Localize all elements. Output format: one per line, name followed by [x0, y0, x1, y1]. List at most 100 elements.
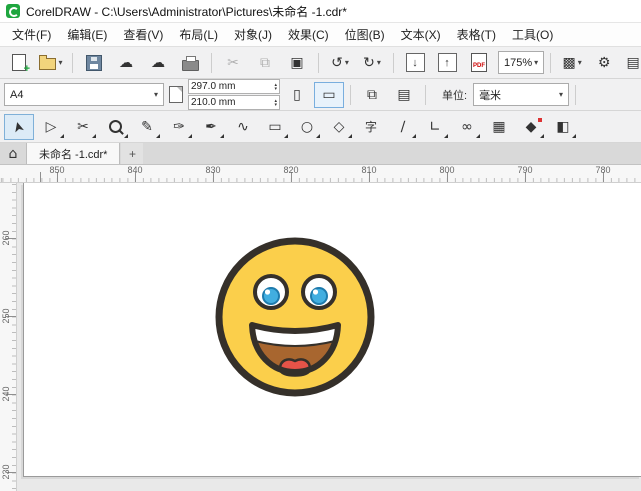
paste-button[interactable]: ▣ — [282, 50, 312, 76]
spin-down-icon[interactable]: ▾ — [274, 87, 277, 91]
current-page-icon: ▤ — [397, 88, 410, 102]
import-button[interactable]: ↓ — [400, 50, 430, 76]
portrait-icon: ▯ — [293, 88, 301, 102]
freehand-tool[interactable]: ✎ — [132, 114, 162, 140]
interactive-fill-icon: ◧ — [556, 120, 569, 134]
open-from-cloud-button[interactable]: ☁ — [111, 50, 141, 76]
save-to-cloud-button[interactable]: ☁ — [143, 50, 173, 76]
menu-bitmaps[interactable]: 位图(B) — [337, 23, 393, 46]
transparency-tool[interactable]: ▦ — [484, 114, 514, 140]
menu-table[interactable]: 表格(T) — [449, 23, 504, 46]
ruler-label: 780 — [595, 165, 610, 175]
import-arrow-icon: ↓ — [406, 53, 425, 72]
crop-icon: ✂ — [77, 120, 89, 134]
menu-edit[interactable]: 编辑(E) — [59, 23, 115, 46]
shape-tool[interactable]: ▷ — [36, 114, 66, 140]
options-button[interactable]: ⚙ — [589, 50, 619, 76]
new-document-button[interactable] — [4, 50, 34, 76]
window-title: CorelDRAW - C:\Users\Administrator\Pictu… — [26, 3, 347, 20]
export-button[interactable]: ↑ — [432, 50, 462, 76]
bspline-tool[interactable]: ∿ — [228, 114, 258, 140]
dimension-tool[interactable]: ∕ — [388, 114, 418, 140]
shape-tool-icon: ▷ — [46, 120, 57, 134]
toolbar-separator — [425, 85, 426, 105]
units-combobox[interactable]: 毫米 ▾ — [473, 83, 569, 106]
ruler-label: 260 — [1, 229, 11, 247]
pdf-icon: PDF — [471, 53, 487, 72]
standard-toolbar: ▾ ☁ ☁ ✂ ⧉ ▣ ↺▾ ↻▾ ↓ ↑ PDF 175% ▾ ▩▾ ⚙ ▤▾ — [0, 47, 641, 79]
connector-tool[interactable]: ∟ — [420, 114, 450, 140]
menu-text[interactable]: 文本(X) — [393, 23, 449, 46]
horizontal-ruler[interactable]: 850 840 830 820 810 800 790 780 — [0, 165, 641, 183]
caret-down-icon: ▾ — [58, 59, 62, 67]
print-button[interactable] — [175, 50, 205, 76]
undo-button[interactable]: ↺▾ — [325, 50, 355, 76]
menu-effects[interactable]: 效果(C) — [280, 23, 337, 46]
caret-down-icon: ▾ — [345, 59, 349, 67]
export-arrow-icon: ↑ — [438, 53, 457, 72]
gear-icon: ⚙ — [598, 56, 611, 70]
ruler-label: 790 — [517, 165, 532, 175]
undo-icon: ↺ — [331, 56, 343, 70]
ruler-label: 840 — [127, 165, 142, 175]
eyedropper-tool[interactable]: ∞ — [452, 114, 482, 140]
ruler-label: 850 — [49, 165, 64, 175]
home-tab-button[interactable]: ⌂ — [0, 143, 26, 164]
page-size-combobox[interactable]: A4 ▾ — [4, 83, 164, 106]
menu-file[interactable]: 文件(F) — [4, 23, 59, 46]
application-launcher-button[interactable]: ▤▾ — [621, 50, 641, 76]
new-document-tab-button[interactable]: + — [121, 143, 143, 164]
landscape-button[interactable]: ▭ — [314, 82, 344, 108]
caret-down-icon[interactable]: ▾ — [154, 91, 158, 99]
width-spinner[interactable]: ▴▾ — [274, 83, 277, 91]
smiley-object[interactable] — [210, 232, 380, 402]
zoom-tool[interactable] — [100, 114, 130, 140]
toolbar-separator — [550, 53, 551, 73]
cloud-open-icon: ☁ — [119, 56, 133, 70]
publish-pdf-button[interactable]: PDF — [464, 50, 494, 76]
paste-icon: ▣ — [290, 56, 303, 70]
menu-tools[interactable]: 工具(O) — [504, 23, 561, 46]
caret-down-icon[interactable]: ▾ — [534, 59, 538, 67]
spin-down-icon[interactable]: ▾ — [274, 103, 277, 107]
document-tab-active[interactable]: 未命名 -1.cdr* — [26, 143, 120, 164]
page-height-field[interactable]: 210.0 mm ▴▾ — [188, 95, 280, 110]
menu-layout[interactable]: 布局(L) — [171, 23, 226, 46]
coreldraw-logo-icon — [6, 4, 20, 18]
copy-button[interactable]: ⧉ — [250, 50, 280, 76]
menu-object[interactable]: 对象(J) — [226, 23, 280, 46]
toolbox: ➤ ▷ ✂ ✎ ✑ ✒ ∿ ▭ ○ ◇ 字 ∕ ∟ ∞ ▦ ◆ ◧ — [0, 111, 641, 143]
page-size-value: A4 — [10, 89, 23, 101]
pick-tool[interactable]: ➤ — [4, 114, 34, 140]
set-all-pages-button[interactable]: ⧉ — [357, 82, 387, 108]
fill-diamond-icon: ◆ — [526, 120, 537, 134]
portrait-button[interactable]: ▯ — [282, 82, 312, 108]
landscape-icon: ▭ — [322, 88, 335, 102]
vertical-ruler[interactable]: 260 250 240 230 — [0, 183, 17, 491]
snap-options-button[interactable]: ▩▾ — [557, 50, 587, 76]
page-width-field[interactable]: 297.0 mm ▴▾ — [188, 79, 280, 94]
text-tool[interactable]: 字 — [356, 114, 386, 140]
redo-button[interactable]: ↻▾ — [357, 50, 387, 76]
zoom-level-value: 175% — [504, 57, 532, 69]
rectangle-tool[interactable]: ▭ — [260, 114, 290, 140]
cut-button[interactable]: ✂ — [218, 50, 248, 76]
ellipse-tool[interactable]: ○ — [292, 114, 322, 140]
fill-tool[interactable]: ◆ — [516, 114, 546, 140]
toolbar-separator — [393, 53, 394, 73]
set-current-page-button[interactable]: ▤ — [389, 82, 419, 108]
artistic-media-tool[interactable]: ✑ — [164, 114, 194, 140]
polygon-tool[interactable]: ◇ — [324, 114, 354, 140]
crop-tool[interactable]: ✂ — [68, 114, 98, 140]
canvas-area[interactable] — [17, 183, 641, 491]
zoom-level-combobox[interactable]: 175% ▾ — [498, 51, 544, 74]
pen-tool[interactable]: ✒ — [196, 114, 226, 140]
caret-down-icon[interactable]: ▾ — [559, 91, 563, 99]
interactive-fill-tool[interactable]: ◧ — [548, 114, 578, 140]
left-iris — [263, 288, 279, 304]
page[interactable] — [23, 183, 641, 477]
open-button[interactable]: ▾ — [36, 50, 66, 76]
height-spinner[interactable]: ▴▾ — [274, 99, 277, 107]
save-button[interactable] — [79, 50, 109, 76]
menu-view[interactable]: 查看(V) — [115, 23, 171, 46]
